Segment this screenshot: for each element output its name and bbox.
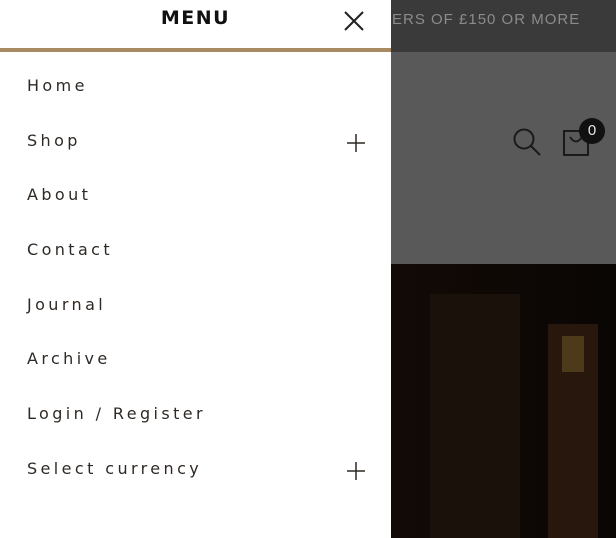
menu-list: Home Shop About Contact Journal Archive … bbox=[0, 52, 391, 490]
search-icon bbox=[513, 128, 541, 156]
menu-item-label: Shop bbox=[27, 130, 81, 150]
menu-item-label: Archive bbox=[27, 349, 111, 369]
menu-item-label: Select currency bbox=[27, 458, 203, 478]
menu-item-label: About bbox=[27, 185, 92, 205]
close-icon bbox=[344, 11, 364, 31]
menu-item-login-register[interactable]: Login / Register bbox=[0, 380, 391, 435]
menu-item-label: Login / Register bbox=[27, 404, 207, 424]
menu-drawer: MENU Home Shop About Contact Journal Arc… bbox=[0, 0, 391, 538]
menu-item-journal[interactable]: Journal bbox=[0, 271, 391, 326]
menu-item-label: Journal bbox=[27, 294, 107, 314]
search-button[interactable] bbox=[512, 127, 542, 157]
menu-item-shop[interactable]: Shop bbox=[0, 107, 391, 162]
cart-count-badge: 0 bbox=[579, 118, 605, 144]
menu-item-home[interactable]: Home bbox=[0, 52, 391, 107]
plus-icon[interactable] bbox=[345, 460, 367, 482]
menu-item-select-currency[interactable]: Select currency bbox=[0, 435, 391, 490]
drawer-title: MENU bbox=[160, 7, 231, 29]
announcement-text: ERS OF £150 OR MORE bbox=[392, 11, 581, 28]
close-button[interactable] bbox=[340, 7, 368, 35]
drawer-header: MENU bbox=[0, 0, 391, 52]
plus-icon[interactable] bbox=[345, 132, 367, 154]
menu-item-label: Contact bbox=[27, 240, 114, 260]
menu-item-archive[interactable]: Archive bbox=[0, 325, 391, 380]
menu-item-about[interactable]: About bbox=[0, 161, 391, 216]
menu-item-label: Home bbox=[27, 76, 88, 95]
cart-button[interactable]: 0 bbox=[560, 118, 608, 160]
menu-item-contact[interactable]: Contact bbox=[0, 216, 391, 271]
